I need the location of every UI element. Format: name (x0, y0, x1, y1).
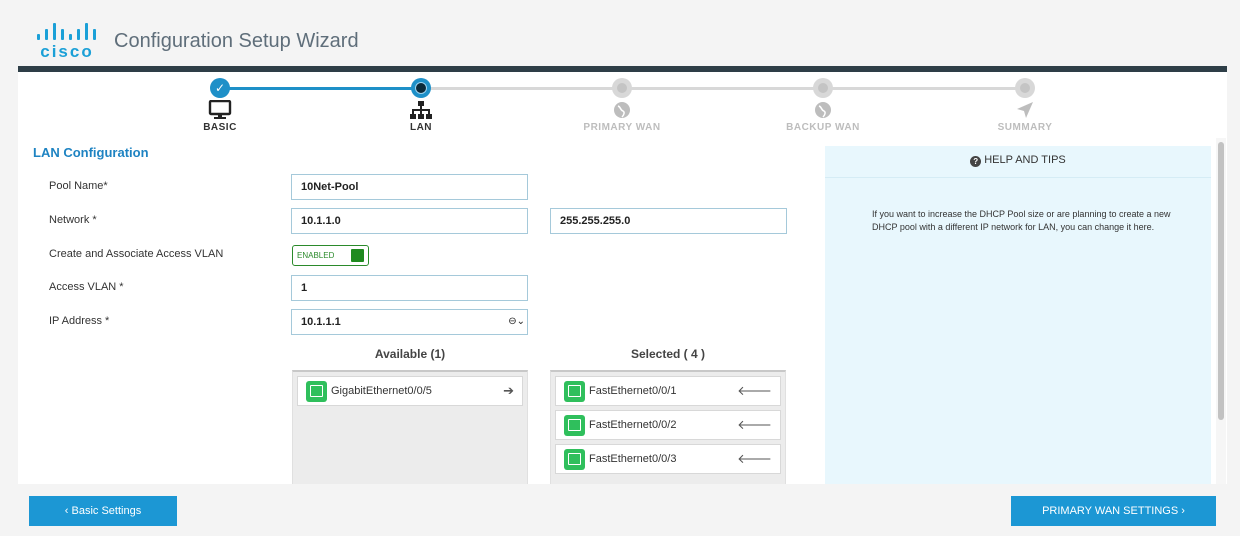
chevron-down-icon: ⊖⌄ (508, 316, 525, 327)
port-name: FastEthernet0/0/2 (589, 419, 677, 431)
pool-name-input[interactable]: 10Net-Pool (291, 174, 528, 200)
step-pending-icon (813, 78, 833, 98)
lan-configuration-panel: LAN Configuration Pool Name* 10Net-Pool … (18, 138, 1227, 484)
ethernet-port-icon (564, 415, 585, 436)
ip-address-value: 10.1.1.1 (301, 316, 341, 328)
cisco-bars-icon (37, 22, 97, 40)
pool-name-label: Pool Name* (49, 180, 108, 192)
wizard-step-label: BACKUP WAN (786, 122, 860, 133)
toggle-knob (351, 249, 364, 262)
network-tree-icon (410, 101, 432, 119)
arrow-right-icon[interactable]: ➔ (503, 383, 514, 399)
arrow-left-icon[interactable]: 🡐 (737, 451, 772, 467)
list-item[interactable]: FastEthernet0/0/2 🡐 (555, 410, 781, 440)
wizard-progress: ✓ BASIC LAN PRIMARY WAN BACKUP WAN SUMMA… (18, 72, 1227, 138)
ethernet-port-icon (564, 449, 585, 470)
scrollbar-thumb[interactable] (1218, 142, 1224, 420)
selected-list-title: Selected ( 4 ) (630, 347, 706, 361)
arrow-left-icon[interactable]: 🡐 (737, 417, 772, 433)
vertical-scrollbar[interactable] (1216, 138, 1226, 484)
port-name: FastEthernet0/0/3 (589, 453, 677, 465)
wizard-step-label: LAN (409, 122, 433, 133)
send-arrow-icon (1017, 102, 1033, 118)
step-done-check-icon: ✓ (210, 78, 230, 98)
wizard-step-label: BASIC (203, 122, 237, 133)
port-name: FastEthernet0/0/1 (589, 385, 677, 397)
wizard-footer: ‹ Basic Settings PRIMARY WAN SETTINGS › (18, 484, 1227, 536)
wizard-step-label: SUMMARY (997, 122, 1053, 133)
available-port-list[interactable]: GigabitEthernet0/0/5 ➔ (292, 370, 528, 484)
monitor-icon (208, 100, 232, 119)
help-and-tips-panel: ? HELP AND TIPS If you want to increase t… (825, 146, 1211, 484)
ethernet-port-icon (564, 381, 585, 402)
ethernet-port-icon (306, 381, 327, 402)
cisco-logo: cisco (36, 22, 98, 62)
arrow-left-icon[interactable]: 🡐 (737, 383, 772, 399)
step-pending-icon (612, 78, 632, 98)
globe-icon (614, 102, 630, 118)
page-title: Configuration Setup Wizard (114, 30, 359, 52)
app-header: cisco Configuration Setup Wizard (0, 0, 1240, 66)
ip-address-label: IP Address * (49, 315, 110, 327)
basic-settings-back-button[interactable]: ‹ Basic Settings (29, 496, 177, 526)
wizard-step-label: PRIMARY WAN (583, 122, 661, 133)
primary-wan-settings-next-button[interactable]: PRIMARY WAN SETTINGS › (1011, 496, 1216, 526)
list-item[interactable]: FastEthernet0/0/1 🡐 (555, 376, 781, 406)
step-pending-icon (1015, 78, 1035, 98)
network-label: Network * (49, 214, 97, 226)
help-title: HELP AND TIPS (984, 154, 1066, 166)
access-vlan-toggle[interactable]: ENABLED (292, 245, 369, 266)
available-list-title: Available (1) (374, 347, 446, 361)
network-mask-input[interactable]: 255.255.255.0 (550, 208, 787, 234)
access-vlan-label: Access VLAN * (49, 281, 124, 293)
progress-line-done (221, 87, 424, 90)
list-item[interactable]: GigabitEthernet0/0/5 ➔ (297, 376, 523, 406)
ip-address-select[interactable]: 10.1.1.1 ⊖⌄ (291, 309, 528, 335)
help-header: ? HELP AND TIPS (825, 146, 1211, 178)
selected-port-list[interactable]: FastEthernet0/0/1 🡐 FastEthernet0/0/2 🡐 … (550, 370, 786, 484)
cisco-wordmark: cisco (40, 42, 94, 61)
access-vlan-input[interactable]: 1 (291, 275, 528, 301)
port-name: GigabitEthernet0/0/5 (331, 385, 432, 397)
progress-line-todo (424, 87, 1028, 90)
step-current-icon (411, 78, 431, 98)
globe-icon (815, 102, 831, 118)
access-vlan-toggle-label: Create and Associate Access VLAN (49, 248, 224, 260)
network-address-input[interactable]: 10.1.1.0 (291, 208, 528, 234)
list-item[interactable]: FastEthernet0/0/3 🡐 (555, 444, 781, 474)
question-circle-icon: ? (970, 156, 982, 167)
help-text: If you want to increase the DHCP Pool si… (872, 209, 1171, 232)
section-title: LAN Configuration (33, 145, 149, 160)
toggle-state-label: ENABLED (297, 251, 335, 260)
